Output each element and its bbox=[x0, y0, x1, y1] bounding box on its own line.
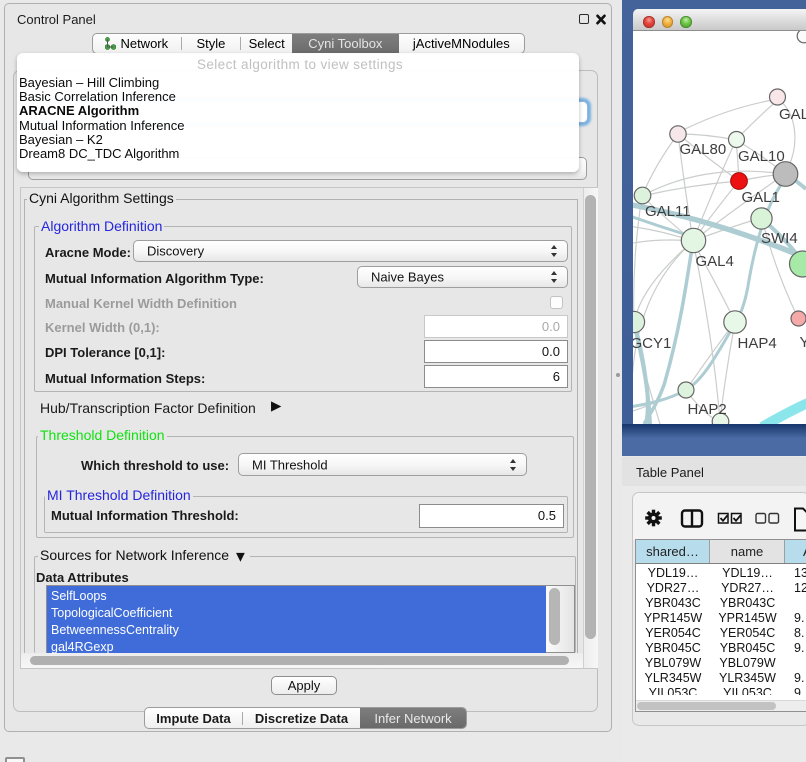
svg-text:GAL1: GAL1 bbox=[742, 189, 780, 206]
svg-text:Y: Y bbox=[800, 334, 806, 351]
svg-text:GAL4: GAL4 bbox=[696, 253, 734, 270]
svg-text:GAL80: GAL80 bbox=[680, 141, 727, 158]
svg-text:GAL11: GAL11 bbox=[645, 203, 691, 220]
svg-text:GAL10: GAL10 bbox=[738, 148, 785, 165]
svg-text:HAP2: HAP2 bbox=[688, 401, 727, 418]
svg-text:GAL: GAL bbox=[779, 106, 806, 123]
svg-text:GCY1: GCY1 bbox=[633, 335, 671, 352]
svg-text:SWI4: SWI4 bbox=[761, 230, 798, 247]
svg-text:HAP4: HAP4 bbox=[738, 335, 777, 352]
